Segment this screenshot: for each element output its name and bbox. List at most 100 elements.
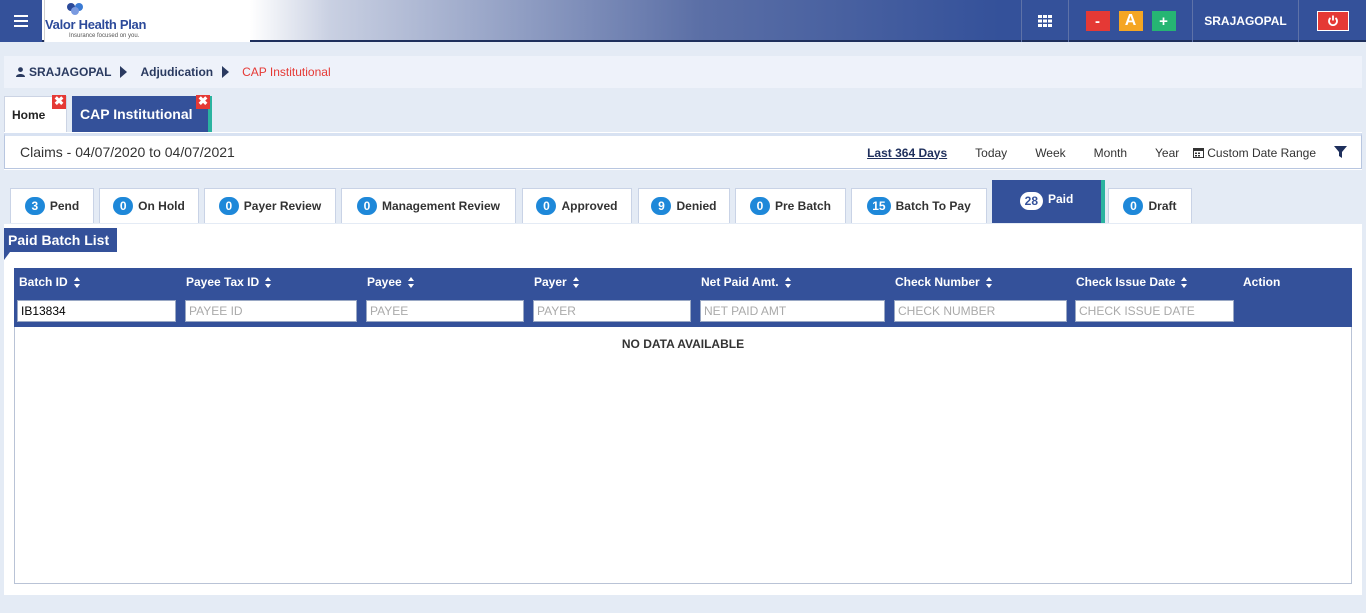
sort-icon [985,276,993,288]
list-title: Paid Batch List [4,228,118,252]
menu-icon [14,15,28,27]
breadcrumb-user[interactable]: SRAJAGOPAL [16,65,111,79]
column-label: Net Paid Amt. [701,275,779,289]
range-month[interactable]: Month [1094,146,1127,160]
decrease-font-button[interactable]: - [1085,11,1110,31]
range-year[interactable]: Year [1155,146,1179,160]
power-icon [1327,15,1338,27]
tab-cap-label: CAP Institutional [80,106,193,122]
close-home-tab-icon[interactable]: ✖ [52,95,66,109]
logo-mark-icon [67,3,83,15]
status-tab-draft[interactable]: 0 Draft [1108,188,1192,223]
apps-grid-icon [1038,15,1052,27]
date-range-links: Last 364 Days Today Week Month Year Cust… [867,136,1361,169]
status-count-badge: 9 [651,197,672,215]
status-tab-batch-to-pay[interactable]: 15 Batch To Pay [851,188,987,223]
status-tab-label: Approved [561,199,618,213]
status-tab-payer-review[interactable]: 0 Payer Review [204,188,336,223]
status-tab-denied[interactable]: 9 Denied [638,188,730,223]
user-icon [16,67,25,77]
status-tab-label: Management Review [381,199,501,213]
range-last-364-days[interactable]: Last 364 Days [867,146,947,160]
column-label: Check Number [895,275,980,289]
column-payee-tax-id[interactable]: Payee Tax ID [186,275,272,289]
payee-filter-input[interactable] [366,300,524,322]
column-payee[interactable]: Payee [367,275,415,289]
status-count-badge: 0 [536,197,557,215]
logout-cell [1298,0,1366,42]
apps-button[interactable] [1021,0,1068,42]
status-tab-label: Draft [1148,199,1177,213]
status-tab-pend[interactable]: 3 Pend [10,188,94,223]
status-tab-pre-batch[interactable]: 0 Pre Batch [735,188,846,223]
status-tab-label: Paid [1048,192,1074,206]
grid-header: Batch ID Payee Tax ID Payee Payer Net Pa… [14,268,1352,327]
close-cap-tab-icon[interactable]: ✖ [196,95,210,109]
range-today[interactable]: Today [975,146,1007,160]
check-issue-date-filter-input[interactable] [1075,300,1234,322]
status-count-badge: 0 [356,197,377,215]
range-week[interactable]: Week [1035,146,1065,160]
breadcrumb-current: CAP Institutional [242,65,331,79]
status-tab-label: Pre Batch [774,199,832,213]
status-count-badge: 0 [1123,197,1144,215]
batch-id-filter-input[interactable] [17,300,176,322]
column-check-issue-date[interactable]: Check Issue Date [1076,275,1188,289]
check-number-filter-input[interactable] [894,300,1067,322]
column-batch-id[interactable]: Batch ID [19,275,81,289]
claims-title: Claims - 04/07/2020 to 04/07/2021 [20,144,235,160]
status-count-badge: 15 [867,197,891,215]
status-tab-management-review[interactable]: 0 Management Review [341,188,516,223]
sort-icon [73,276,81,288]
list-title-decoration [4,252,10,260]
font-size-controls: - A + [1068,0,1192,42]
sort-icon [572,276,580,288]
increase-font-button[interactable]: + [1151,11,1176,31]
breadcrumb-separator-icon [222,66,230,78]
status-tab-label: Denied [676,199,717,213]
claims-date-bar: Claims - 04/07/2020 to 04/07/2021 Last 3… [4,133,1362,169]
status-tab-approved[interactable]: 0 Approved [522,188,632,223]
status-tab-label: Pend [49,199,80,213]
logo-tagline: Insurance focused on you. [69,33,140,39]
payer-filter-input[interactable] [533,300,691,322]
top-header: Valor Health Plan Insurance focused on y… [0,0,1366,42]
range-custom-date[interactable]: Custom Date Range [1193,146,1316,160]
column-label: Batch ID [19,275,68,289]
sort-icon [265,276,272,288]
sort-icon [1181,276,1188,288]
column-action: Action [1243,275,1280,289]
column-label: Action [1243,275,1281,289]
status-tab-label: Payer Review [243,199,322,213]
status-tab-label: Batch To Pay [895,199,971,213]
net-paid-amt-filter-input[interactable] [700,300,885,322]
reset-font-button[interactable]: A [1118,11,1143,31]
grid-body: NO DATA AVAILABLE [14,327,1352,584]
range-custom-label: Custom Date Range [1207,145,1316,160]
calendar-icon [1193,148,1205,158]
logout-button[interactable] [1316,11,1349,31]
column-label: Payee Tax ID [186,275,260,289]
no-data-message: NO DATA AVAILABLE [621,337,745,351]
column-check-number[interactable]: Check Number [895,275,993,289]
user-menu[interactable]: SRAJAGOPAL [1192,0,1298,42]
column-net-paid-amt[interactable]: Net Paid Amt. [701,275,792,289]
tab-home-label: Home [12,107,46,122]
breadcrumb: SRAJAGOPAL Adjudication CAP Institutiona… [4,56,1362,88]
status-tab-on-hold[interactable]: 0 On Hold [99,188,199,223]
payee-tax-id-filter-input[interactable] [185,300,357,322]
status-count-badge: 28 [1019,192,1043,210]
menu-button[interactable] [0,0,42,42]
status-tab-paid[interactable]: 28 Paid [992,180,1105,223]
breadcrumb-adjudication[interactable]: Adjudication [140,65,213,79]
tab-cap-institutional[interactable]: CAP Institutional [72,96,212,132]
status-count-badge: 0 [113,197,134,215]
breadcrumb-separator-icon [120,66,128,78]
status-count-badge: 3 [24,197,45,215]
sort-icon [407,276,415,288]
status-tab-label: On Hold [138,199,185,213]
sort-icon [784,276,792,288]
logo: Valor Health Plan Insurance focused on y… [44,0,250,42]
filter-icon[interactable] [1334,146,1347,159]
column-payer[interactable]: Payer [534,275,580,289]
